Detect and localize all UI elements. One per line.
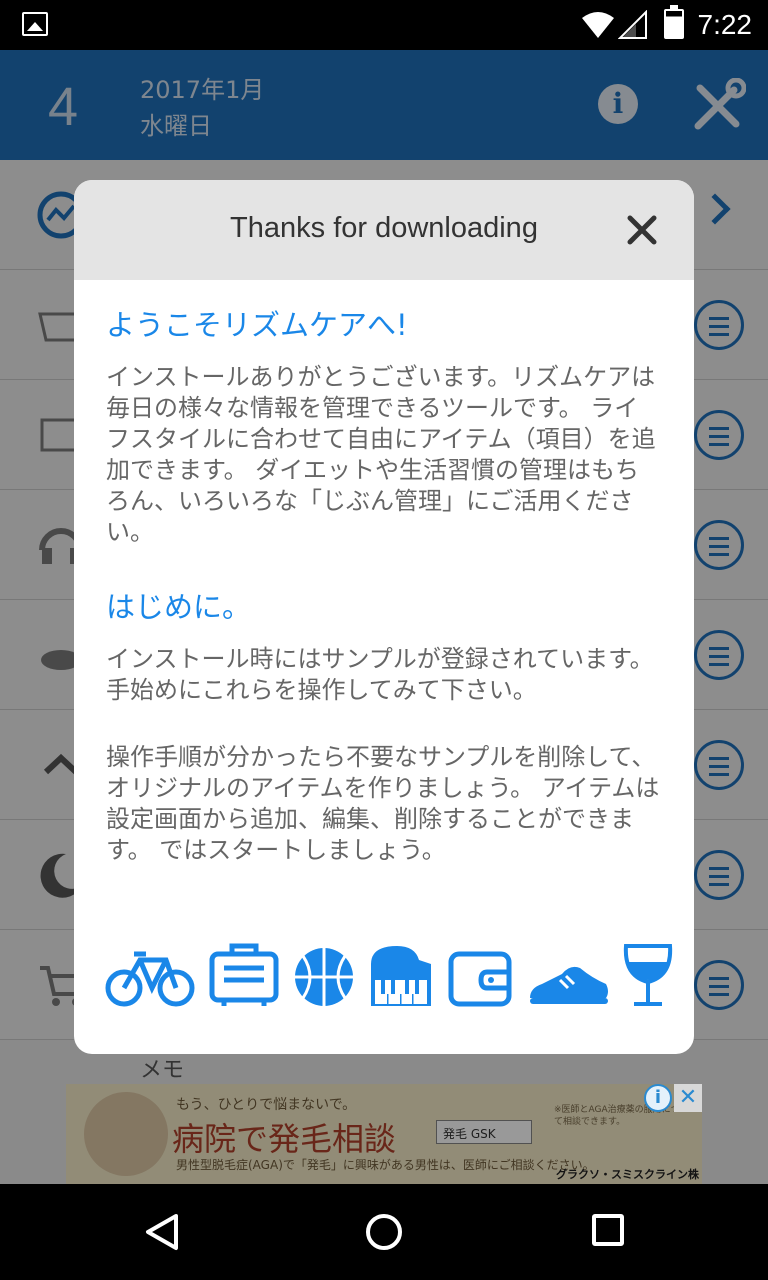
basketball-icon — [294, 948, 353, 1006]
home-icon[interactable] — [366, 1214, 402, 1250]
ad-info-icon[interactable]: i — [644, 1084, 672, 1112]
battery-icon — [664, 5, 684, 39]
suitcase-icon — [209, 943, 279, 1006]
welcome-dialog: Thanks for downloading ようこそリズムケアへ! インストー… — [74, 180, 694, 1054]
intro-paragraph: インストールありがとうございます。リズムケアは毎日の様々な情報を管理できるツール… — [106, 363, 656, 546]
back-icon[interactable] — [142, 1212, 182, 1252]
ad-close-icon[interactable]: ✕ — [674, 1084, 702, 1112]
wine-glass-icon — [623, 944, 673, 1006]
clock: 7:22 — [697, 9, 753, 40]
status-bar: 7:22 — [0, 0, 768, 50]
image-notification-icon — [22, 12, 48, 36]
feature-icons — [104, 938, 674, 1008]
navigation-bar — [0, 1184, 768, 1280]
wifi-icon — [582, 12, 614, 38]
dialog-title: Thanks for downloading — [230, 212, 538, 244]
cell-signal-icon — [618, 10, 647, 39]
recent-apps-icon[interactable] — [592, 1214, 624, 1246]
sneaker-icon — [529, 966, 608, 1004]
dialog-header: Thanks for downloading — [74, 180, 694, 280]
instructions-paragraph: 操作手順が分かったら不要なサンプルを削除して、オリジナルのアイテムを作りましょう… — [106, 743, 660, 864]
dialog-body: ようこそリズムケアへ! インストールありがとうございます。リズムケアは毎日の様々… — [74, 280, 694, 866]
sample-paragraph: インストール時にはサンプルが登録されています。手始めにこれらを操作してみて下さい… — [106, 645, 654, 704]
bicycle-icon — [105, 951, 195, 1007]
welcome-heading: ようこそリズムケアへ! — [106, 308, 408, 342]
getting-started-heading: はじめに。 — [106, 590, 252, 624]
close-icon[interactable] — [622, 210, 662, 250]
piano-icon — [370, 946, 431, 1006]
wallet-icon — [448, 951, 512, 1007]
